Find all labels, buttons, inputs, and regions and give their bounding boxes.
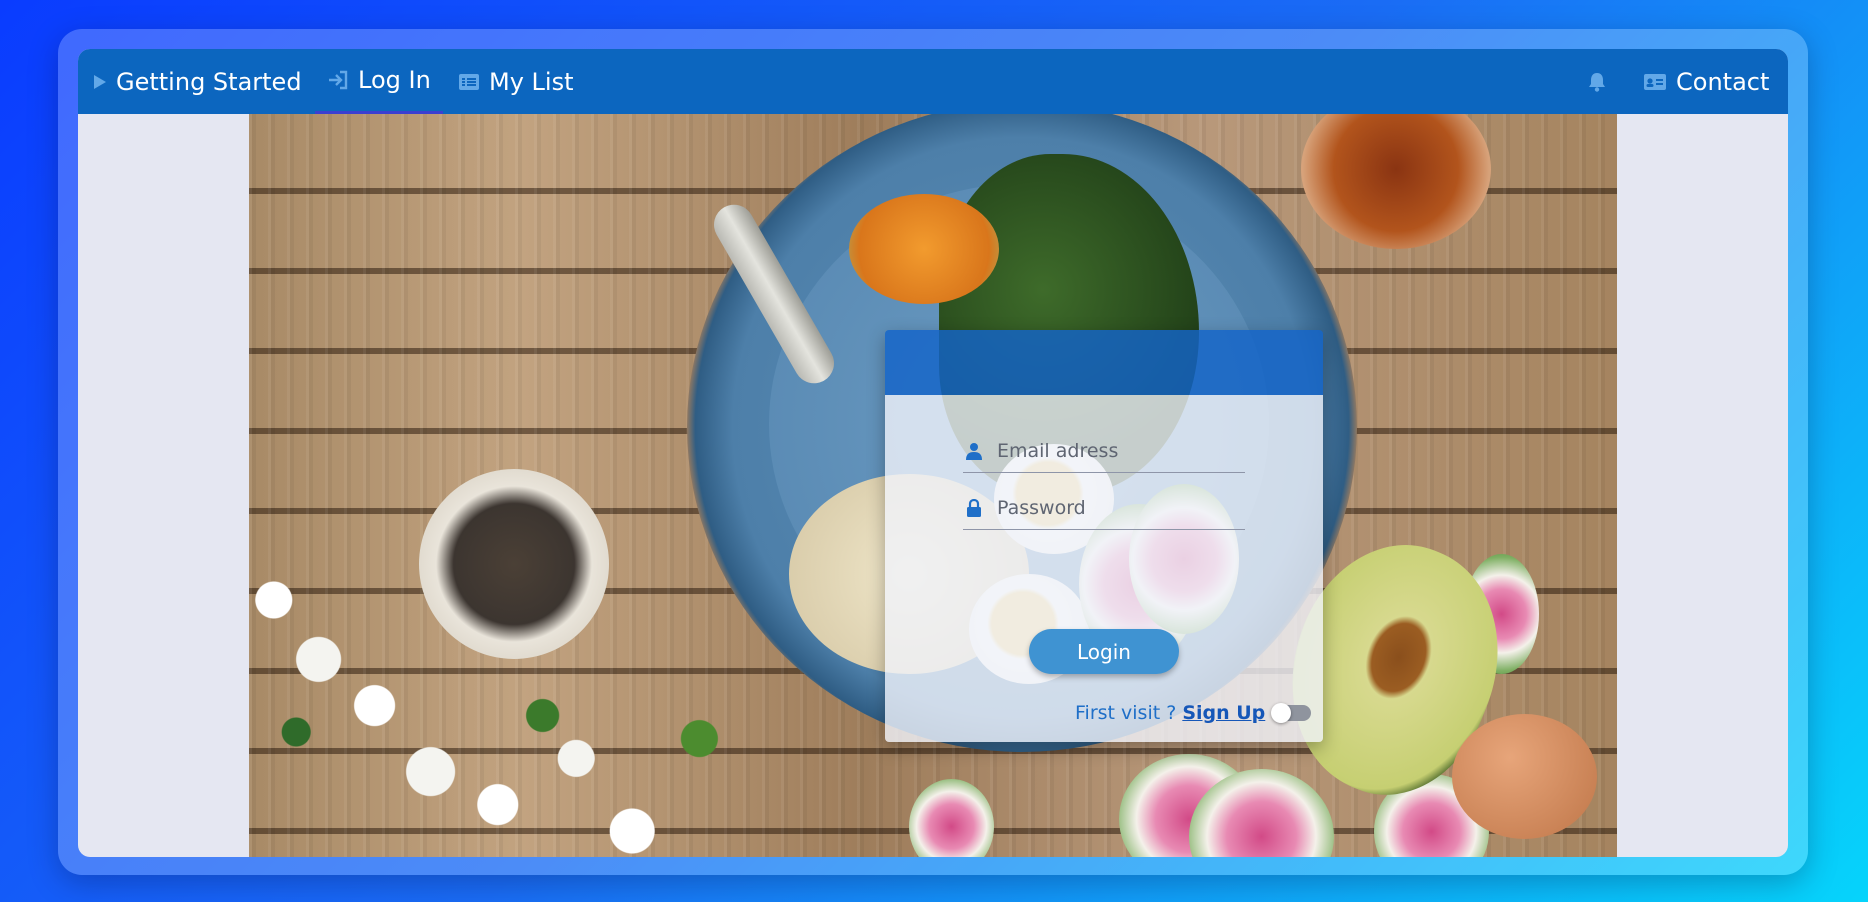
login-card-body: Login First visit ? Sign Up [885,395,1323,742]
top-navbar: Getting Started Log In My List Contact [78,49,1788,114]
bell-icon [1588,72,1606,92]
hero-food-photo: Login First visit ? Sign Up [249,114,1617,857]
nav-getting-started[interactable]: Getting Started [93,49,302,114]
app-window: Getting Started Log In My List Contact E… [78,49,1788,857]
nav-getting-started-label: Getting Started [116,67,302,96]
nav-log-in[interactable]: Log In [315,49,443,114]
password-input[interactable] [995,496,1229,520]
nav-log-in-label: Log In [358,66,431,94]
nav-contact-label: Contact [1676,67,1770,96]
login-button[interactable]: Login [1029,629,1179,674]
toggle-knob [1271,703,1292,723]
signup-row: First visit ? Sign Up [1075,698,1315,728]
sign-in-icon [327,70,349,90]
user-icon [963,442,985,460]
nav-my-list[interactable]: My List [458,49,574,114]
login-card: Login First visit ? Sign Up [885,330,1323,742]
sign-up-link[interactable]: Sign Up [1182,702,1265,724]
list-icon [458,73,480,91]
brown-egg [1452,714,1597,839]
first-visit-text: First visit ? [1075,702,1177,724]
play-icon [93,74,107,90]
password-field [963,487,1245,530]
notifications-button[interactable] [1588,49,1615,114]
app-frame: Getting Started Log In My List Contact E… [58,29,1808,875]
nav-contact[interactable]: Contact [1643,49,1769,114]
nav-my-list-label: My List [489,67,574,96]
login-card-header [885,330,1323,395]
lock-icon [963,499,985,517]
id-card-icon [1643,73,1667,91]
email-field [963,430,1245,473]
signup-toggle[interactable] [1271,703,1312,723]
email-input[interactable] [995,439,1229,463]
flower-branch [249,534,789,857]
